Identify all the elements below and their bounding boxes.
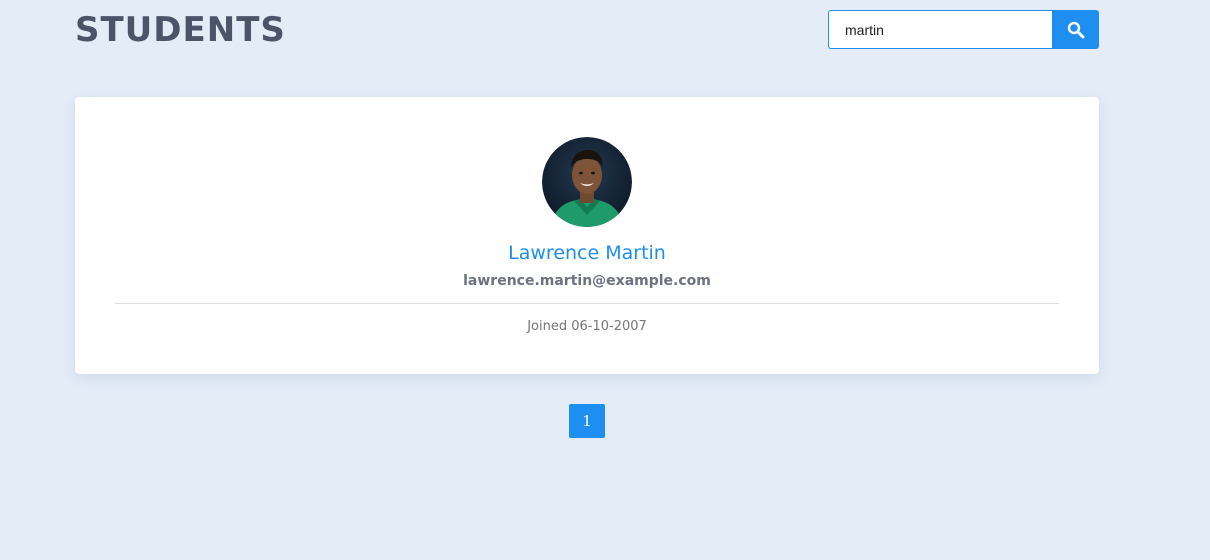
page-title: STUDENTS xyxy=(75,10,286,50)
student-email: lawrence.martin@example.com xyxy=(463,273,711,289)
page-header: STUDENTS xyxy=(75,0,1099,60)
student-card: Lawrence Martin lawrence.martin@example.… xyxy=(75,97,1099,374)
page-button-1[interactable]: 1 xyxy=(569,404,605,438)
search-button[interactable] xyxy=(1052,10,1099,49)
student-name[interactable]: Lawrence Martin xyxy=(75,239,1099,267)
search-form xyxy=(828,10,1099,49)
joined-date: Joined 06-10-2007 xyxy=(527,319,647,334)
avatar xyxy=(542,137,632,227)
search-icon xyxy=(1067,21,1084,38)
pagination: 1 xyxy=(569,404,605,438)
avatar-photo xyxy=(542,137,632,227)
search-input[interactable] xyxy=(828,10,1052,49)
card-divider xyxy=(115,303,1059,304)
